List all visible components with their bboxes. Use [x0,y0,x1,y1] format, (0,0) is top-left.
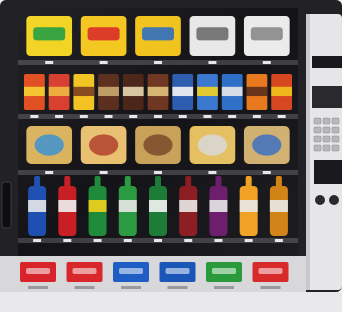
keypad-key [322,117,331,125]
coin-return [315,195,325,205]
control-panel [306,14,342,290]
selection-button-logo [26,268,50,274]
keypad-key [331,126,340,134]
selection-button-tag [28,286,48,289]
display-screen [312,56,342,68]
keypad-key [313,126,322,134]
selection-button-tag [121,286,141,289]
glass-reflection [18,8,298,256]
keypad-key [313,144,322,152]
selection-button-logo [165,268,190,274]
keypad-key [331,144,340,152]
selection-button-tag [167,286,188,289]
door-handle [1,181,12,229]
coin-return [329,195,339,205]
keypad-key [322,126,331,134]
selection-button-tag [74,286,95,289]
coin-slot-panel [314,160,342,184]
keypad-key [322,135,331,143]
selection-button-logo [119,268,143,274]
floor [0,292,342,312]
vending-machine-illustration [0,0,342,312]
vending-machine-photo [0,0,342,312]
selection-button-logo [72,268,97,274]
selection-button-logo [258,268,283,274]
bill-acceptor [312,86,342,108]
keypad-key [331,135,340,143]
selection-button-tag [260,286,281,289]
keypad-key [331,117,340,125]
keypad-key [322,144,331,152]
panel-edge [306,14,310,290]
keypad-key [313,135,322,143]
selection-button-logo [212,268,236,274]
keypad-key [313,117,322,125]
selection-button-tag [214,286,234,289]
